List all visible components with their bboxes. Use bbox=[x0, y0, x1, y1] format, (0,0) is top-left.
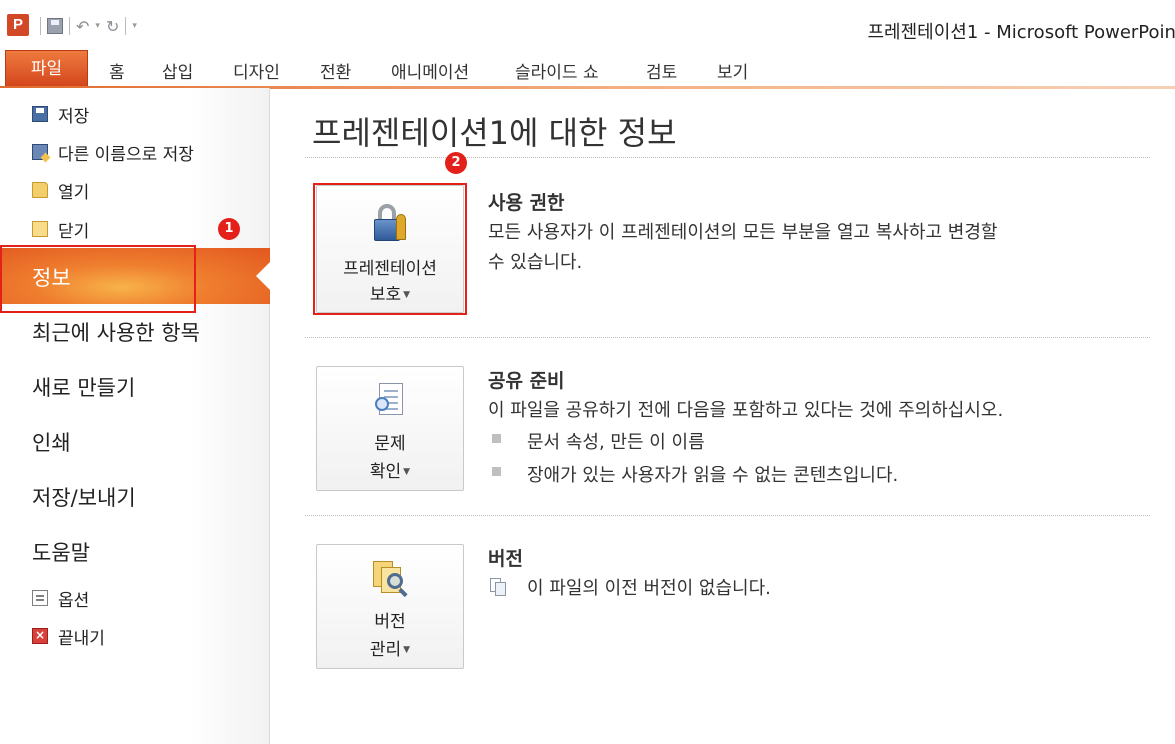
permissions-heading: 사용 권한 bbox=[488, 192, 565, 214]
button-label-line2: 관리 ▼ bbox=[369, 640, 411, 660]
step-badge-2: 2 bbox=[445, 152, 467, 174]
save-icon[interactable] bbox=[47, 18, 63, 34]
versions-text: 이 파일의 이전 버전이 없습니다. bbox=[527, 578, 771, 599]
button-label-line2: 확인 ▼ bbox=[369, 462, 411, 482]
exit-icon: × bbox=[32, 628, 48, 644]
nav-item-label: 끝내기 bbox=[58, 628, 105, 649]
nav-item-open[interactable]: 열기 bbox=[32, 175, 89, 205]
prepare-sharing-heading: 공유 준비 bbox=[488, 370, 565, 392]
tab-design[interactable]: 디자인 bbox=[233, 58, 280, 83]
save-as-icon bbox=[32, 144, 48, 160]
nav-item-label: 닫기 bbox=[58, 221, 90, 242]
nav-item-help[interactable]: 도움말 bbox=[32, 537, 90, 567]
qat-separator bbox=[125, 17, 127, 35]
inspect-document-icon bbox=[375, 383, 407, 419]
nav-item-label: 다른 이름으로 저장 bbox=[58, 144, 194, 165]
button-label-line1: 문제 bbox=[374, 434, 406, 454]
permissions-text-line2: 수 있습니다. bbox=[488, 252, 583, 273]
redo-icon[interactable]: ↻ bbox=[106, 17, 119, 36]
bullet-marker bbox=[492, 467, 501, 476]
undo-dropdown-icon[interactable]: ▾ bbox=[95, 21, 100, 31]
nav-item-recent[interactable]: 최근에 사용한 항목 bbox=[32, 317, 200, 347]
ribbon-tabs: 파일 홈 삽입 디자인 전환 애니메이션 슬라이드 쇼 검토 보기 bbox=[0, 48, 1175, 89]
nav-item-label: 옵션 bbox=[58, 590, 90, 611]
tab-slideshow[interactable]: 슬라이드 쇼 bbox=[515, 58, 599, 83]
tab-view[interactable]: 보기 bbox=[717, 58, 748, 83]
nav-item-options[interactable]: 옵션 bbox=[32, 583, 89, 613]
step-badge-1: 1 bbox=[218, 218, 240, 240]
versions-heading: 버전 bbox=[488, 548, 523, 570]
tab-transitions[interactable]: 전환 bbox=[320, 58, 351, 83]
nav-item-print[interactable]: 인쇄 bbox=[32, 427, 71, 457]
close-folder-icon bbox=[32, 221, 48, 237]
options-icon bbox=[32, 590, 48, 606]
document-versions-icon bbox=[490, 578, 508, 596]
powerpoint-app-icon[interactable]: P bbox=[7, 14, 33, 36]
section-divider bbox=[305, 515, 1150, 516]
manage-versions-button[interactable]: 버전 관리 ▼ bbox=[316, 544, 464, 669]
title-bar: P ↶ ▾ ↻ ▾ 프레젠테이션1 - Microsoft PowerPoint bbox=[0, 0, 1175, 48]
save-icon bbox=[32, 106, 48, 122]
nav-item-close[interactable]: 닫기 bbox=[32, 214, 89, 244]
check-issues-button[interactable]: 문제 확인 ▼ bbox=[316, 366, 464, 491]
bullet-marker bbox=[492, 434, 501, 443]
button-label-line1: 버전 bbox=[374, 612, 406, 632]
tab-file[interactable]: 파일 bbox=[5, 50, 88, 89]
nav-item-save-send[interactable]: 저장/보내기 bbox=[32, 482, 136, 512]
nav-item-new[interactable]: 새로 만들기 bbox=[32, 372, 135, 402]
tab-home[interactable]: 홈 bbox=[109, 58, 125, 83]
open-folder-icon bbox=[32, 182, 48, 198]
customize-qat-icon[interactable]: ▾ bbox=[132, 21, 137, 31]
nav-item-save[interactable]: 저장 bbox=[32, 99, 89, 129]
tab-insert[interactable]: 삽입 bbox=[162, 58, 193, 83]
page-title: 프레젠테이션1에 대한 정보 bbox=[312, 114, 677, 152]
quick-access-toolbar: ↶ ▾ ↻ ▾ bbox=[40, 14, 137, 38]
section-divider bbox=[305, 337, 1150, 338]
highlight-box-info bbox=[0, 245, 196, 313]
undo-icon[interactable]: ↶ bbox=[76, 17, 89, 36]
dropdown-caret-icon: ▼ bbox=[403, 645, 411, 655]
nav-item-exit[interactable]: × 끝내기 bbox=[32, 621, 105, 651]
bullet-item: 문서 속성, 만든 이 이름 bbox=[527, 432, 705, 453]
nav-item-label: 열기 bbox=[58, 182, 90, 203]
highlight-box-protect bbox=[313, 183, 467, 315]
dropdown-caret-icon: ▼ bbox=[403, 467, 411, 477]
permissions-text-line1: 모든 사용자가 이 프레젠테이션의 모든 부분을 열고 복사하고 변경할 bbox=[488, 222, 998, 243]
versions-magnifier-icon bbox=[373, 561, 409, 597]
backstage-nav: 저장 다른 이름으로 저장 열기 닫기 정보 최근에 사용한 항목 새로 만들기… bbox=[0, 88, 271, 744]
qat-separator bbox=[40, 17, 41, 35]
tab-animations[interactable]: 애니메이션 bbox=[391, 58, 469, 83]
selection-notch bbox=[256, 261, 271, 291]
section-divider bbox=[305, 157, 1150, 158]
tab-review[interactable]: 검토 bbox=[646, 58, 677, 83]
bullet-item: 장애가 있는 사용자가 읽을 수 없는 콘텐츠입니다. bbox=[527, 465, 899, 486]
nav-item-label: 저장 bbox=[58, 106, 90, 127]
qat-separator bbox=[69, 17, 70, 35]
nav-item-save-as[interactable]: 다른 이름으로 저장 bbox=[32, 137, 194, 167]
prepare-sharing-text: 이 파일을 공유하기 전에 다음을 포함하고 있다는 것에 주의하십시오. bbox=[488, 400, 1004, 421]
window-title: 프레젠테이션1 - Microsoft PowerPoint bbox=[867, 22, 1175, 43]
